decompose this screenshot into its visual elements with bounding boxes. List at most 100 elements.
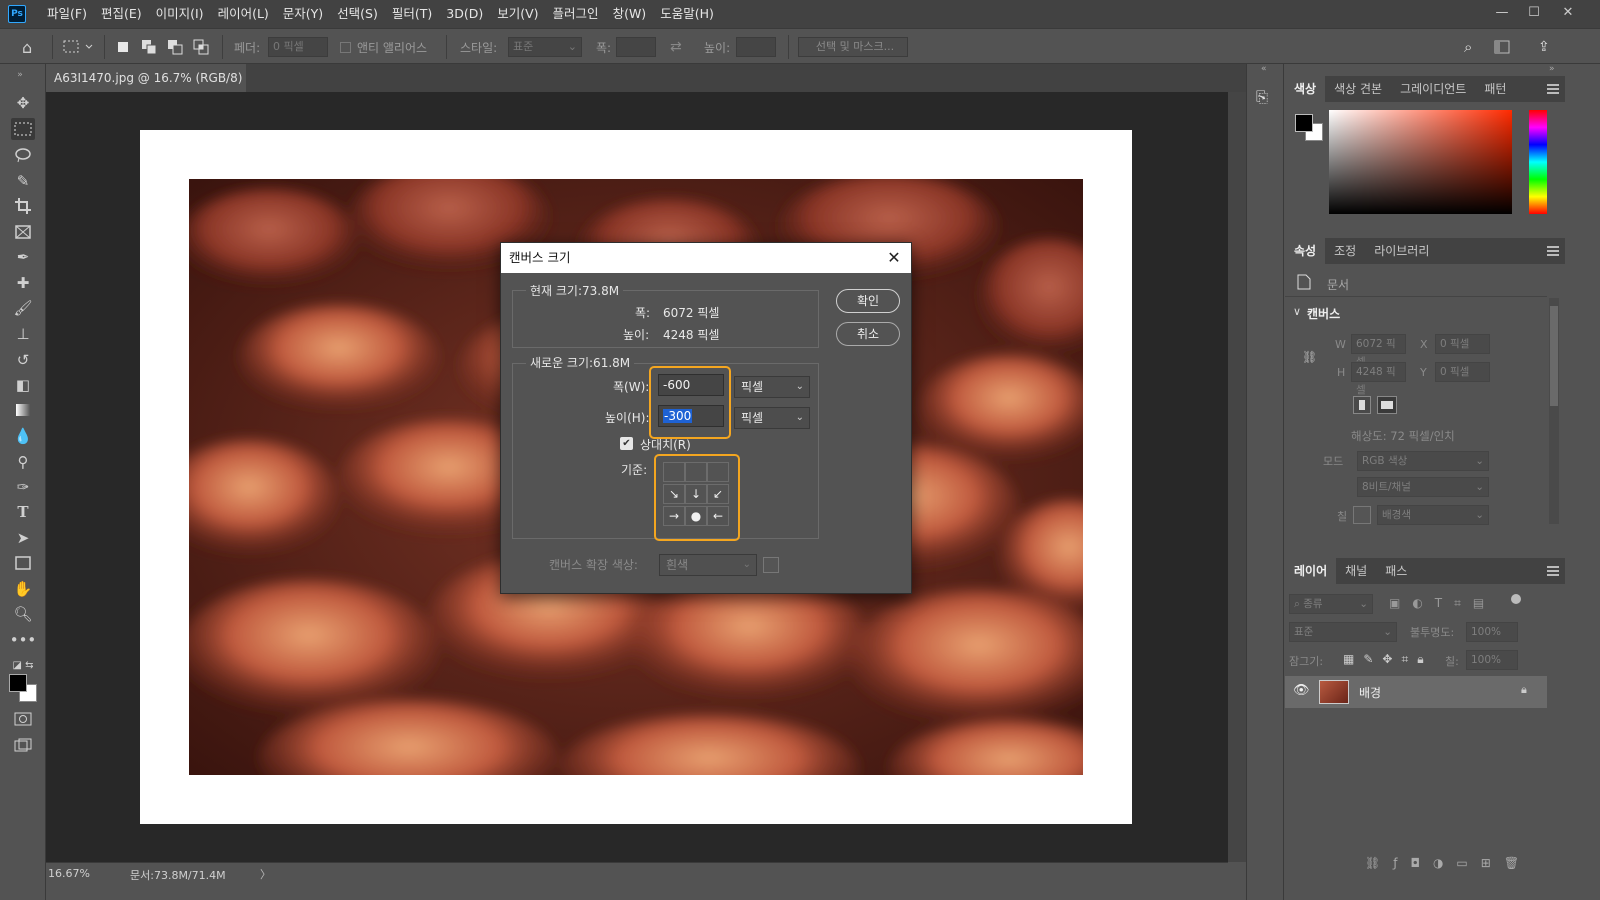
pen-tool-icon[interactable]: ✑: [11, 476, 35, 498]
fill-select[interactable]: 배경색 ⌄: [1377, 505, 1489, 525]
quick-select-tool-icon[interactable]: ✎: [11, 170, 35, 192]
tab-paths[interactable]: 패스: [1376, 558, 1416, 584]
layer-filter-select[interactable]: ⌕ 종류 ⌄: [1289, 594, 1373, 614]
collapse-right-icon[interactable]: »: [1549, 64, 1555, 74]
width-input[interactable]: [616, 37, 656, 57]
tab-gradients[interactable]: 그레이디언트: [1391, 76, 1475, 102]
marquee-preset-icon[interactable]: [62, 36, 96, 58]
extension-color-swatch[interactable]: [763, 557, 779, 573]
canvas-section-chevron-icon[interactable]: ∨: [1293, 305, 1301, 318]
layer-row[interactable]: 👁︎ 배경 🔒︎: [1285, 676, 1547, 708]
menu-3d[interactable]: 3D(D): [439, 0, 490, 28]
lasso-tool-icon[interactable]: [11, 144, 35, 166]
menu-file[interactable]: 파일(F): [40, 0, 94, 28]
layer-name[interactable]: 배경: [1359, 684, 1381, 701]
relative-label[interactable]: 상대치(R): [640, 436, 691, 453]
zoom-level[interactable]: 16.67%: [48, 867, 90, 880]
marquee-tool-icon[interactable]: [11, 118, 35, 140]
color-field[interactable]: [1329, 110, 1512, 214]
filter-toggle-icon[interactable]: [1511, 594, 1521, 604]
stamp-tool-icon[interactable]: ⊥: [11, 323, 35, 345]
quick-mask-icon[interactable]: [11, 708, 35, 730]
menu-plugins[interactable]: 플러그인: [546, 0, 606, 28]
foreground-color-swatch[interactable]: [9, 674, 27, 692]
type-tool-icon[interactable]: T: [11, 501, 35, 523]
panel-menu-icon[interactable]: [1547, 84, 1559, 94]
feather-input[interactable]: 0 픽셀: [268, 37, 328, 57]
canvas-height-field[interactable]: 4248 픽셀: [1351, 362, 1406, 396]
link-icon[interactable]: ⛓: [1302, 350, 1317, 364]
home-icon[interactable]: ⌂: [22, 36, 32, 58]
dodge-tool-icon[interactable]: ⚲: [11, 451, 35, 473]
tab-libraries[interactable]: 라이브러리: [1365, 238, 1438, 264]
canvas-y-field[interactable]: 0 픽셀: [1435, 362, 1490, 382]
bit-depth-select[interactable]: 8비트/채널 ⌄: [1357, 477, 1489, 497]
layer-fill-field[interactable]: 100%: [1466, 650, 1518, 670]
move-tool-icon[interactable]: ✥: [11, 92, 35, 114]
layer-actions-bar[interactable]: ⛓ƒ◘◑▭⊞🗑︎: [1365, 856, 1532, 870]
eraser-tool-icon[interactable]: ◧: [11, 374, 35, 396]
tab-channels[interactable]: 채널: [1336, 558, 1376, 584]
healing-brush-tool-icon[interactable]: ✚: [11, 272, 35, 294]
menu-type[interactable]: 문자(Y): [276, 0, 330, 28]
screen-mode-icon[interactable]: [11, 734, 35, 756]
path-selection-tool-icon[interactable]: ➤: [11, 527, 35, 549]
panel-foreground-swatch[interactable]: [1295, 114, 1313, 132]
tab-patterns[interactable]: 패턴: [1475, 76, 1515, 102]
status-arrow-icon[interactable]: 〉: [260, 866, 271, 882]
antialias-checkbox[interactable]: 앤티 앨리어스: [340, 36, 427, 58]
rectangle-tool-icon[interactable]: [11, 552, 35, 574]
maximize-icon[interactable]: ☐: [1518, 0, 1550, 24]
brush-tool-icon[interactable]: 🖌: [11, 297, 35, 319]
tab-properties[interactable]: 속성: [1285, 238, 1326, 264]
menu-filter[interactable]: 필터(T): [385, 0, 439, 28]
style-select[interactable]: 표준 ⌄: [508, 37, 582, 57]
ok-button[interactable]: 확인: [836, 289, 900, 313]
properties-scrollbar[interactable]: [1549, 298, 1559, 524]
width-unit-select[interactable]: 픽셀 ⌄: [734, 376, 810, 398]
frame-tool-icon[interactable]: [11, 221, 35, 243]
layer-filter-icons[interactable]: ▣◐T⌗▤: [1389, 596, 1496, 611]
menu-view[interactable]: 보기(V): [490, 0, 545, 28]
mode-select[interactable]: RGB 색상 ⌄: [1357, 451, 1489, 471]
history-brush-tool-icon[interactable]: ↺: [11, 349, 35, 371]
close-window-icon[interactable]: ✕: [1552, 0, 1584, 24]
hand-tool-icon[interactable]: ✋: [11, 578, 35, 600]
tab-adjustments[interactable]: 조정: [1325, 238, 1365, 264]
hue-slider[interactable]: [1529, 110, 1547, 214]
fill-color-swatch[interactable]: [1353, 506, 1371, 524]
vertical-scrollbar[interactable]: [1228, 92, 1246, 862]
menu-edit[interactable]: 편집(E): [94, 0, 149, 28]
add-selection-icon[interactable]: [140, 36, 158, 58]
history-panel-icon[interactable]: ⎘: [1256, 88, 1268, 106]
document-tab[interactable]: A63I1470.jpg @ 16.7% (RGB/8) *×: [46, 64, 246, 113]
collapse-left-icon[interactable]: «: [1261, 64, 1267, 74]
eyedropper-tool-icon[interactable]: ✒: [11, 246, 35, 268]
workspace-icon[interactable]: [1494, 36, 1510, 58]
swap-icon[interactable]: ⇄: [670, 36, 682, 58]
canvas-x-field[interactable]: 0 픽셀: [1435, 334, 1490, 354]
height-input[interactable]: [736, 37, 776, 57]
cancel-button[interactable]: 취소: [836, 322, 900, 346]
more-tools-icon[interactable]: •••: [10, 629, 37, 651]
landscape-icon[interactable]: [1377, 396, 1397, 414]
menu-layer[interactable]: 레이어(L): [211, 0, 276, 28]
height-unit-select[interactable]: 픽셀 ⌄: [734, 407, 810, 429]
menu-window[interactable]: 창(W): [606, 0, 654, 28]
intersect-selection-icon[interactable]: [192, 36, 210, 58]
lock-icons[interactable]: ▦✎✥⌗🔒︎: [1343, 652, 1433, 667]
menu-select[interactable]: 선택(S): [330, 0, 385, 28]
canvas-width-field[interactable]: 6072 픽셀: [1351, 334, 1406, 368]
panel-menu-icon[interactable]: [1547, 246, 1559, 256]
gradient-tool-icon[interactable]: [11, 399, 35, 421]
relative-checkbox[interactable]: ✔: [620, 437, 633, 450]
blur-tool-icon[interactable]: 💧: [11, 425, 35, 447]
layer-lock-icon[interactable]: 🔒︎: [1521, 683, 1527, 697]
select-and-mask-button[interactable]: 선택 및 마스크...: [798, 37, 908, 57]
tab-color[interactable]: 색상: [1285, 76, 1326, 102]
share-icon[interactable]: ⇪: [1538, 36, 1550, 58]
new-selection-icon[interactable]: [114, 36, 132, 58]
collapse-icon[interactable]: »: [8, 64, 32, 86]
subtract-selection-icon[interactable]: [166, 36, 184, 58]
extension-color-select[interactable]: 흰색 ⌄: [659, 554, 757, 576]
